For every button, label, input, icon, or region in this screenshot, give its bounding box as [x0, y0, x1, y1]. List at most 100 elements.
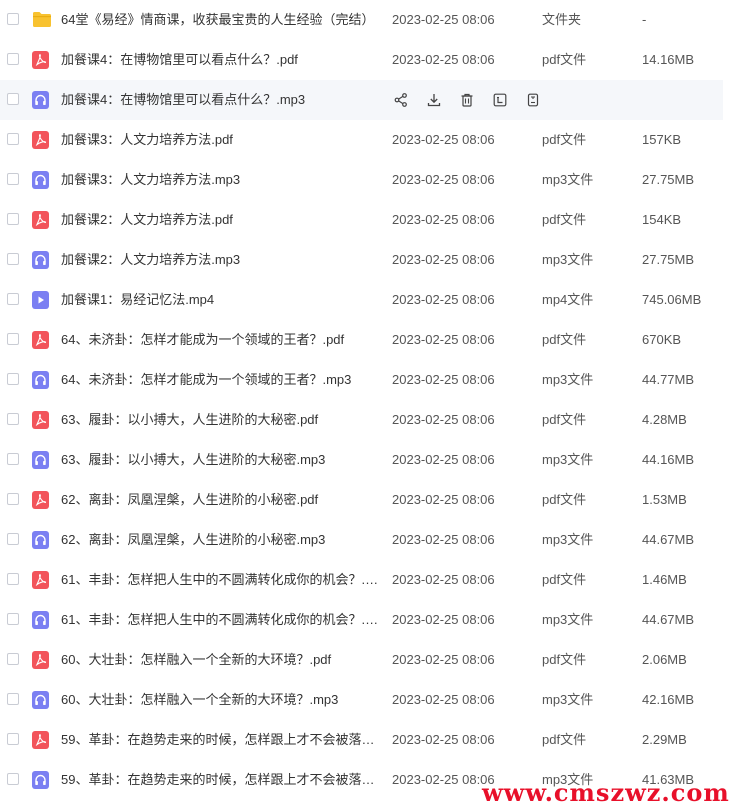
row-checkbox[interactable]	[7, 173, 19, 185]
file-name[interactable]: 64堂《易经》情商课，收获最宝贵的人生经验（完结）	[61, 12, 379, 28]
file-name[interactable]: 加餐课4：在博物馆里可以看点什么？.pdf	[61, 52, 379, 68]
file-row[interactable]: 加餐课3：人文力培养方法.mp3 2023-02-25 08:06 mp3文件 27.…	[0, 160, 723, 200]
file-name[interactable]: 加餐课4：在博物馆里可以看点什么？.mp3	[61, 92, 379, 108]
file-row[interactable]: 加餐课2：人文力培养方法.pdf 2023-02-25 08:06 pdf文件 154…	[0, 200, 723, 240]
file-date: 2023-02-25 08:06	[392, 172, 495, 187]
file-row[interactable]: 加餐课3：人文力培养方法.pdf 2023-02-25 08:06 pdf文件 157…	[0, 120, 723, 160]
file-row[interactable]: 62、离卦：凤凰涅槃，人生进阶的小秘密.pdf 2023-02-25 08:06 p…	[0, 480, 723, 520]
file-row[interactable]: 64、未济卦：怎样才能成为一个领域的王者？.pdf 2023-02-25 08:0…	[0, 320, 723, 360]
file-type: mp3文件	[542, 172, 594, 187]
audio-icon	[32, 451, 49, 469]
file-type: pdf文件	[542, 412, 587, 427]
row-checkbox[interactable]	[7, 213, 19, 225]
file-name[interactable]: 61、丰卦：怎样把人生中的不圆满转化成你的机会？.mp3	[61, 612, 379, 628]
file-name[interactable]: 63、履卦：以小搏大，人生进阶的大秘密.pdf	[61, 412, 379, 428]
file-date: 2023-02-25 08:06	[392, 292, 495, 307]
file-name[interactable]: 加餐课3：人文力培养方法.mp3	[61, 172, 379, 188]
share-icon[interactable]	[392, 91, 410, 109]
row-checkbox[interactable]	[7, 733, 19, 745]
file-name[interactable]: 60、大壮卦：怎样融入一个全新的大环境？.pdf	[61, 652, 379, 668]
row-checkbox[interactable]	[7, 53, 19, 65]
row-checkbox[interactable]	[7, 453, 19, 465]
file-size: 27.75MB	[642, 252, 695, 267]
file-row[interactable]: 加餐课2：人文力培养方法.mp3 2023-02-25 08:06 mp3文件 27.…	[0, 240, 723, 280]
file-size: 4.28MB	[642, 412, 687, 427]
more-icon[interactable]	[524, 91, 542, 109]
pdf-icon	[32, 411, 49, 429]
file-date: 2023-02-25 08:06	[392, 12, 495, 27]
file-row[interactable]: 加餐课4：在博物馆里可以看点什么？.pdf 2023-02-25 08:06 pdf…	[0, 40, 723, 80]
row-checkbox[interactable]	[7, 293, 19, 305]
file-type: pdf文件	[542, 332, 587, 347]
file-date: 2023-02-25 08:06	[392, 412, 495, 427]
file-size: 42.16MB	[642, 692, 695, 707]
file-type: mp3文件	[542, 532, 594, 547]
row-checkbox[interactable]	[7, 253, 19, 265]
file-type: pdf文件	[542, 52, 587, 67]
file-name[interactable]: 加餐课3：人文力培养方法.pdf	[61, 132, 379, 148]
row-checkbox[interactable]	[7, 533, 19, 545]
file-type: mp4文件	[542, 292, 594, 307]
file-name[interactable]: 59、革卦：在趋势走来的时候，怎样跟上才不会被落下？...	[61, 772, 379, 788]
file-name[interactable]: 63、履卦：以小搏大，人生进阶的大秘密.mp3	[61, 452, 379, 468]
file-name[interactable]: 加餐课2：人文力培养方法.mp3	[61, 252, 379, 268]
file-name[interactable]: 加餐课1：易经记忆法.mp4	[61, 292, 379, 308]
file-row[interactable]: 60、大壮卦：怎样融入一个全新的大环境？.pdf 2023-02-25 08:06…	[0, 640, 723, 680]
file-name[interactable]: 64、未济卦：怎样才能成为一个领域的王者？.mp3	[61, 372, 379, 388]
file-date: 2023-02-25 08:06	[392, 612, 495, 627]
file-row[interactable]: 63、履卦：以小搏大，人生进阶的大秘密.pdf 2023-02-25 08:06 p…	[0, 400, 723, 440]
row-checkbox[interactable]	[7, 773, 19, 785]
file-date: 2023-02-25 08:06	[392, 532, 495, 547]
watermark: www.cmszwz.com	[482, 778, 730, 807]
file-row[interactable]: 63、履卦：以小搏大，人生进阶的大秘密.mp3 2023-02-25 08:06 m…	[0, 440, 723, 480]
download-icon[interactable]	[425, 91, 443, 109]
row-checkbox[interactable]	[7, 93, 19, 105]
delete-icon[interactable]	[458, 91, 476, 109]
row-checkbox[interactable]	[7, 493, 19, 505]
row-checkbox[interactable]	[7, 413, 19, 425]
file-size: 27.75MB	[642, 172, 695, 187]
file-name[interactable]: 59、革卦：在趋势走来的时候，怎样跟上才不会被落下？...	[61, 732, 379, 748]
file-name[interactable]: 60、大壮卦：怎样融入一个全新的大环境？.mp3	[61, 692, 379, 708]
file-type: mp3文件	[542, 252, 594, 267]
row-checkbox[interactable]	[7, 373, 19, 385]
file-row[interactable]: 61、丰卦：怎样把人生中的不圆满转化成你的机会？.mp3 2023-02-25 0…	[0, 600, 723, 640]
file-name[interactable]: 64、未济卦：怎样才能成为一个领域的王者？.pdf	[61, 332, 379, 348]
file-type: pdf文件	[542, 212, 587, 227]
file-size: 44.77MB	[642, 372, 695, 387]
pdf-icon	[32, 131, 49, 149]
file-date: 2023-02-25 08:06	[392, 252, 495, 267]
row-checkbox[interactable]	[7, 653, 19, 665]
file-name[interactable]: 62、离卦：凤凰涅槃，人生进阶的小秘密.pdf	[61, 492, 379, 508]
file-row[interactable]: 59、革卦：在趋势走来的时候，怎样跟上才不会被落下？... 2023-02-25 …	[0, 720, 723, 760]
audio-icon	[32, 531, 49, 549]
file-date: 2023-02-25 08:06	[392, 372, 495, 387]
rename-icon[interactable]	[491, 91, 509, 109]
file-row[interactable]: 62、离卦：凤凰涅槃，人生进阶的小秘密.mp3 2023-02-25 08:06 m…	[0, 520, 723, 560]
file-list: 64堂《易经》情商课，收获最宝贵的人生经验（完结） 2023-02-25 08:0…	[0, 0, 733, 800]
video-icon	[32, 291, 49, 309]
file-type: mp3文件	[542, 452, 594, 467]
file-row[interactable]: 64、未济卦：怎样才能成为一个领域的王者？.mp3 2023-02-25 08:0…	[0, 360, 723, 400]
file-row[interactable]: 60、大壮卦：怎样融入一个全新的大环境？.mp3 2023-02-25 08:06…	[0, 680, 723, 720]
row-checkbox[interactable]	[7, 613, 19, 625]
file-size: 745.06MB	[642, 292, 702, 307]
file-name[interactable]: 加餐课2：人文力培养方法.pdf	[61, 212, 379, 228]
file-row[interactable]: 64堂《易经》情商课，收获最宝贵的人生经验（完结） 2023-02-25 08:0…	[0, 0, 723, 40]
file-name[interactable]: 62、离卦：凤凰涅槃，人生进阶的小秘密.mp3	[61, 532, 379, 548]
row-checkbox[interactable]	[7, 13, 19, 25]
file-row[interactable]: 加餐课1：易经记忆法.mp4 2023-02-25 08:06 mp4文件 745.0…	[0, 280, 723, 320]
row-checkbox[interactable]	[7, 573, 19, 585]
file-size: 14.16MB	[642, 52, 695, 67]
file-name[interactable]: 61、丰卦：怎样把人生中的不圆满转化成你的机会？.pdf	[61, 572, 379, 588]
pdf-icon	[32, 51, 49, 69]
row-checkbox[interactable]	[7, 693, 19, 705]
row-checkbox[interactable]	[7, 333, 19, 345]
file-type: pdf文件	[542, 652, 587, 667]
file-type: mp3文件	[542, 692, 594, 707]
pdf-icon	[32, 571, 49, 589]
file-row[interactable]: 61、丰卦：怎样把人生中的不圆满转化成你的机会？.pdf 2023-02-25 0…	[0, 560, 723, 600]
file-row[interactable]: 加餐课4：在博物馆里可以看点什么？.mp3	[0, 80, 723, 120]
row-checkbox[interactable]	[7, 133, 19, 145]
file-size: 44.16MB	[642, 452, 695, 467]
